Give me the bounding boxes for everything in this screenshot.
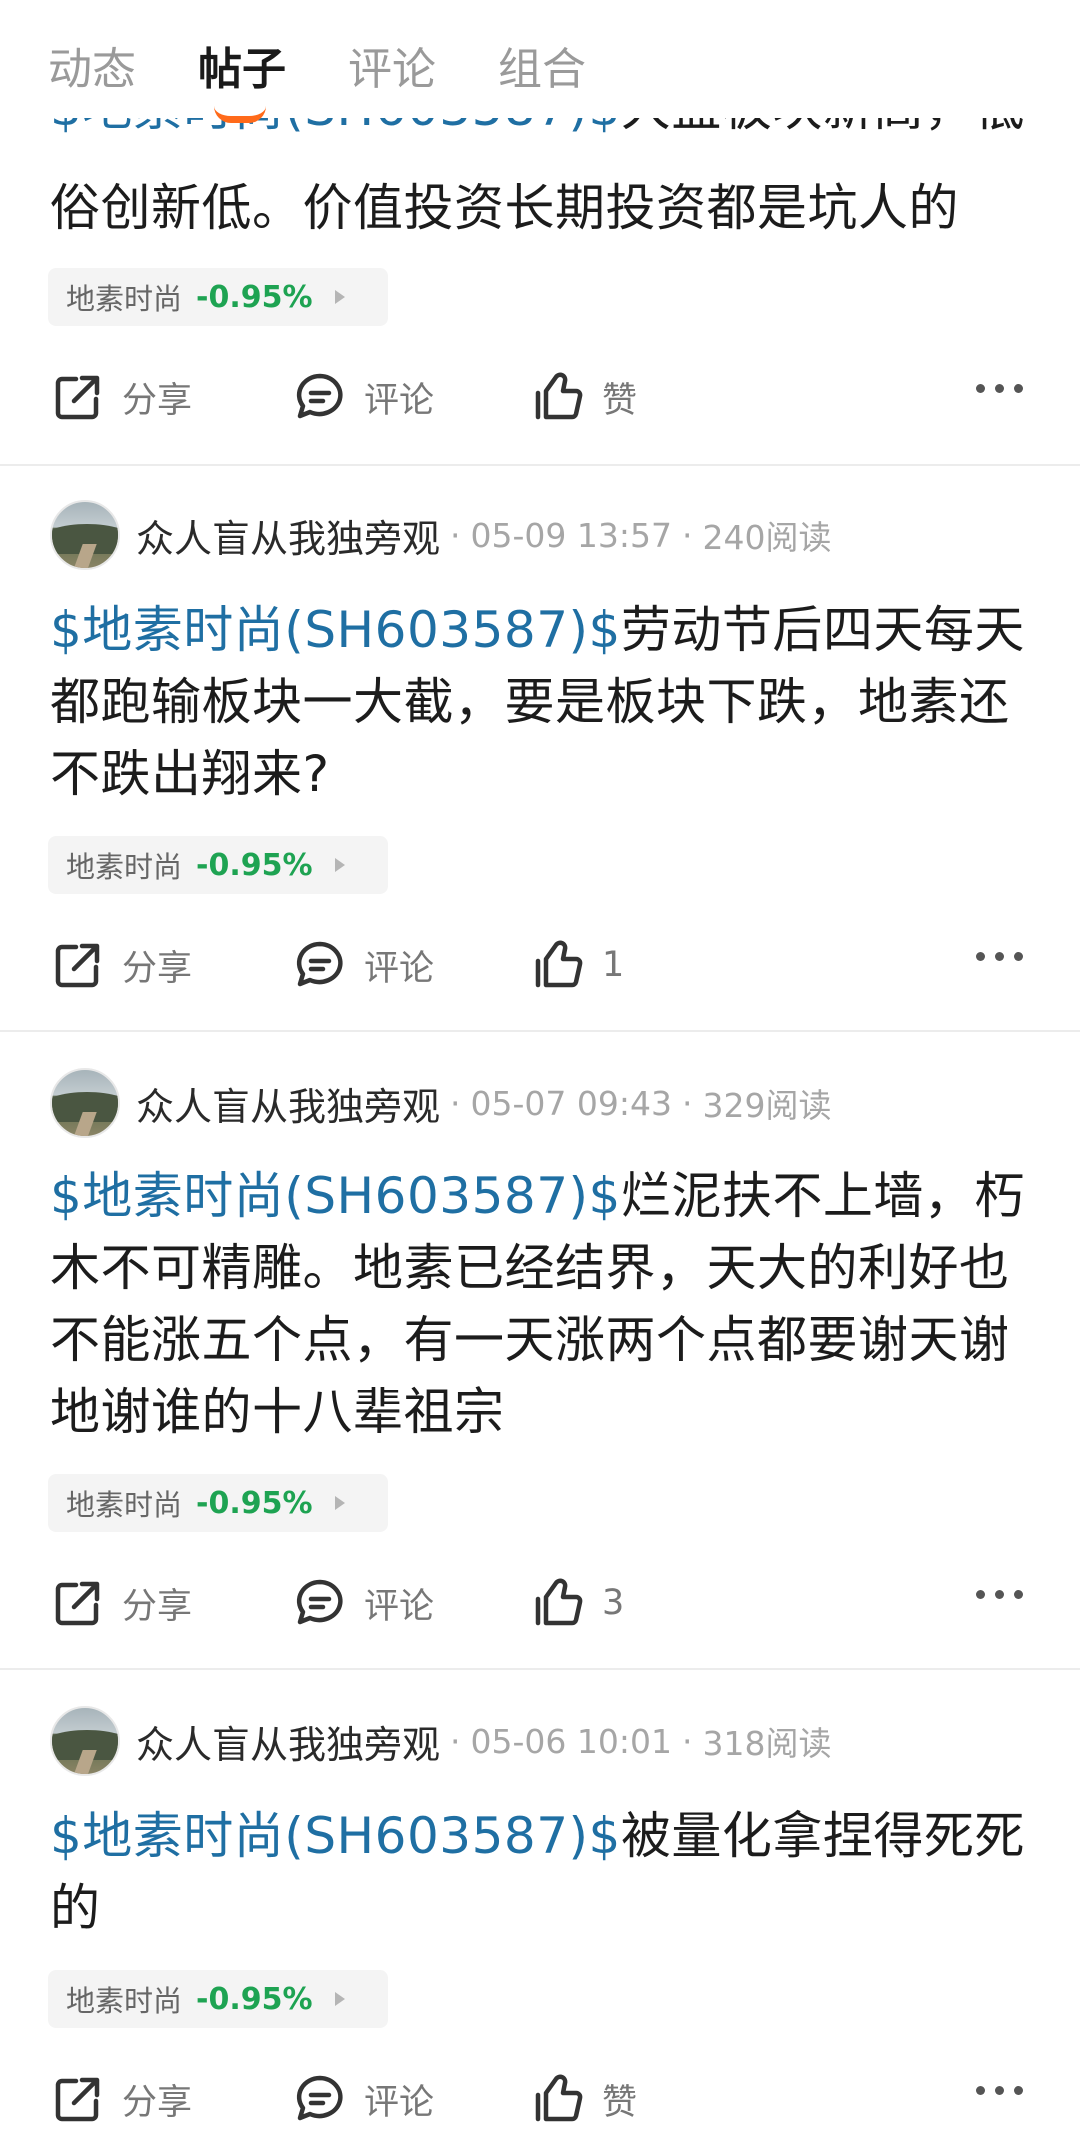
post-header: 众人盲从我独旁观 · 05-07 09:43 · 329阅读: [50, 1068, 832, 1138]
post-header: 众人盲从我独旁观 · 05-06 10:01 · 318阅读: [50, 1706, 832, 1776]
stock-chip[interactable]: 地素时尚 -0.95%: [48, 268, 388, 326]
chip-arrow-icon: [334, 858, 345, 872]
comment-button[interactable]: 评论: [292, 1568, 434, 1638]
author-name[interactable]: 众人盲从我独旁观: [136, 508, 440, 563]
stock-name: 地素时尚: [66, 850, 183, 884]
stock-chip[interactable]: 地素时尚 -0.95%: [48, 1970, 388, 2028]
author-name[interactable]: 众人盲从我独旁观: [136, 1714, 440, 1769]
stock-tag-link[interactable]: $地素时尚(SH603587)$: [50, 1807, 621, 1865]
like-button[interactable]: 赞: [530, 2064, 637, 2134]
like-button[interactable]: 1: [530, 930, 624, 1000]
share-button[interactable]: 分享: [50, 2064, 192, 2134]
tab-comments[interactable]: 评论: [348, 40, 436, 100]
post-body: 俗创新低。价值投资长期投资都是坑人的: [50, 179, 959, 237]
divider: [0, 1030, 1080, 1032]
more-options-icon[interactable]: [976, 2086, 1023, 2095]
post-actions: 分享 评论 1: [0, 930, 1080, 1000]
comment-label: 评论: [364, 2082, 435, 2123]
like-count: 1: [602, 945, 625, 985]
comment-icon: [296, 2075, 343, 2121]
stock-chip[interactable]: 地素时尚 -0.95%: [48, 1474, 388, 1532]
comment-icon: [296, 373, 343, 419]
stock-name: 地素时尚: [66, 1488, 183, 1522]
more-options-icon[interactable]: [976, 952, 1023, 961]
tab-dynamics[interactable]: 动态: [48, 40, 136, 100]
post-actions: 分享 评论 3: [0, 1568, 1080, 1638]
chip-arrow-icon: [334, 1992, 345, 2006]
share-button[interactable]: 分享: [50, 362, 192, 432]
thumbs-up-icon: [535, 1578, 583, 1626]
share-label: 分享: [122, 948, 193, 989]
stock-name: 地素时尚: [66, 1984, 183, 2018]
divider: [0, 1668, 1080, 1670]
post-date: 05-07 09:43: [470, 1083, 672, 1123]
post-text: 俗创新低。价值投资长期投资都是坑人的: [50, 172, 1040, 244]
share-icon: [55, 2077, 100, 2122]
comment-label: 评论: [364, 1586, 435, 1627]
avatar[interactable]: [50, 1706, 120, 1776]
read-count: 240阅读: [702, 518, 832, 557]
chip-arrow-icon: [334, 1496, 345, 1510]
stock-tag-link[interactable]: $地素时尚(SH603587)$: [50, 601, 621, 659]
share-icon: [55, 1581, 100, 1626]
stock-name: 地素时尚: [66, 282, 183, 316]
comment-label: 评论: [364, 948, 435, 989]
tab-bar: 动态 帖子 评论 组合: [0, 0, 1080, 123]
stock-chip[interactable]: 地素时尚 -0.95%: [48, 836, 388, 894]
like-count: 赞: [602, 380, 638, 421]
chip-arrow-icon: [334, 290, 345, 304]
comment-button[interactable]: 评论: [292, 930, 434, 1000]
thumbs-up-icon: [535, 2074, 583, 2122]
post-actions: 分享 评论 赞: [0, 2064, 1080, 2134]
share-label: 分享: [122, 1586, 193, 1627]
more-options-icon[interactable]: [976, 1590, 1023, 1599]
share-button[interactable]: 分享: [50, 1568, 192, 1638]
stock-change: -0.95%: [196, 847, 313, 883]
thumbs-up-icon: [535, 372, 583, 420]
more-options-icon[interactable]: [976, 384, 1023, 393]
like-button[interactable]: 赞: [530, 362, 637, 432]
read-count: 318阅读: [702, 1724, 832, 1763]
post-date: 05-06 10:01: [470, 1721, 672, 1761]
comment-icon: [296, 1579, 343, 1625]
share-icon: [55, 943, 100, 988]
post-header: 众人盲从我独旁观 · 05-09 13:57 · 240阅读: [50, 500, 832, 570]
post-date: 05-09 13:57: [470, 515, 672, 555]
stock-tag-link[interactable]: $地素时尚(SH603587)$: [50, 1167, 621, 1225]
stock-change: -0.95%: [196, 1981, 313, 2017]
like-button[interactable]: 3: [530, 1568, 624, 1638]
post-text: $地素时尚(SH603587)$被量化拿捏得死死 的: [50, 1807, 1025, 1937]
avatar[interactable]: [50, 500, 120, 570]
divider: [0, 464, 1080, 466]
read-count: 329阅读: [702, 1086, 832, 1125]
avatar[interactable]: [50, 1068, 120, 1138]
comment-icon: [296, 941, 343, 987]
post-text: $地素时尚(SH603587)$烂泥扶不上墙，朽 木不可精雕。地素已经结界，天大…: [50, 1167, 1025, 1441]
tab-posts[interactable]: 帖子: [198, 40, 286, 100]
share-label: 分享: [122, 2082, 193, 2123]
stock-change: -0.95%: [196, 279, 313, 315]
share-button[interactable]: 分享: [50, 930, 192, 1000]
comment-button[interactable]: 评论: [292, 2064, 434, 2134]
like-count: 3: [602, 1583, 625, 1623]
author-name[interactable]: 众人盲从我独旁观: [136, 1076, 440, 1131]
tab-portfolio[interactable]: 组合: [498, 40, 586, 100]
post-actions: 分享 评论 赞: [0, 362, 1080, 432]
share-label: 分享: [122, 380, 193, 421]
share-icon: [55, 375, 100, 420]
post-text: $地素时尚(SH603587)$劳动节后四天每天 都跑输板块一大截，要是板块下跌…: [50, 601, 1025, 803]
like-count: 赞: [602, 2082, 638, 2123]
comment-button[interactable]: 评论: [292, 362, 434, 432]
stock-change: -0.95%: [196, 1485, 313, 1521]
comment-label: 评论: [364, 380, 435, 421]
thumbs-up-icon: [535, 940, 583, 988]
